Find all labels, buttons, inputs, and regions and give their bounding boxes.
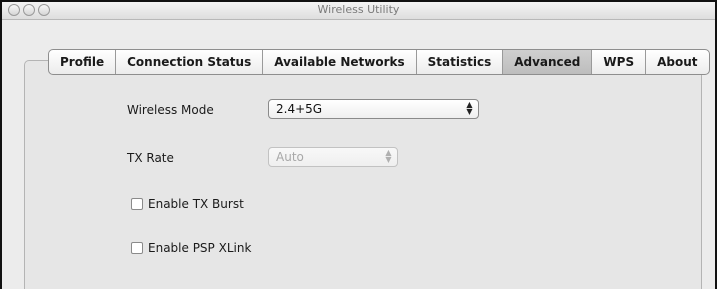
app-window: Wireless Utility Profile Connection Stat… <box>2 2 715 289</box>
wireless-mode-value: 2.4+5G <box>276 102 323 116</box>
tab-connection-status[interactable]: Connection Status <box>116 50 264 74</box>
enable-tx-burst-row[interactable]: Enable TX Burst <box>131 197 244 211</box>
tab-wps[interactable]: WPS <box>592 50 647 74</box>
wireless-mode-select[interactable]: 2.4+5G ▲ ▼ <box>268 99 479 119</box>
tab-about[interactable]: About <box>646 50 708 74</box>
tab-bar: Profile Connection Status Available Netw… <box>48 49 710 75</box>
title-bar: Wireless Utility <box>2 2 715 20</box>
enable-psp-xlink-row[interactable]: Enable PSP XLink <box>131 241 251 255</box>
tx-rate-value: Auto <box>276 150 304 164</box>
tab-advanced[interactable]: Advanced <box>503 50 593 74</box>
tab-statistics[interactable]: Statistics <box>417 50 504 74</box>
window-title: Wireless Utility <box>317 3 400 16</box>
wireless-mode-label: Wireless Mode <box>127 103 214 117</box>
enable-psp-xlink-label: Enable PSP XLink <box>148 241 252 255</box>
select-arrows-icon: ▲ ▼ <box>466 100 473 116</box>
tx-rate-select: Auto ▲ ▼ <box>268 147 398 167</box>
tab-available-networks[interactable]: Available Networks <box>263 50 417 74</box>
tab-profile[interactable]: Profile <box>49 50 117 74</box>
enable-tx-burst-label: Enable TX Burst <box>148 197 244 211</box>
select-arrows-icon: ▲ ▼ <box>385 148 392 164</box>
enable-tx-burst-checkbox[interactable] <box>131 198 143 210</box>
tx-rate-label: TX Rate <box>127 151 174 165</box>
enable-psp-xlink-checkbox[interactable] <box>131 242 143 254</box>
tab-panel <box>24 60 702 289</box>
